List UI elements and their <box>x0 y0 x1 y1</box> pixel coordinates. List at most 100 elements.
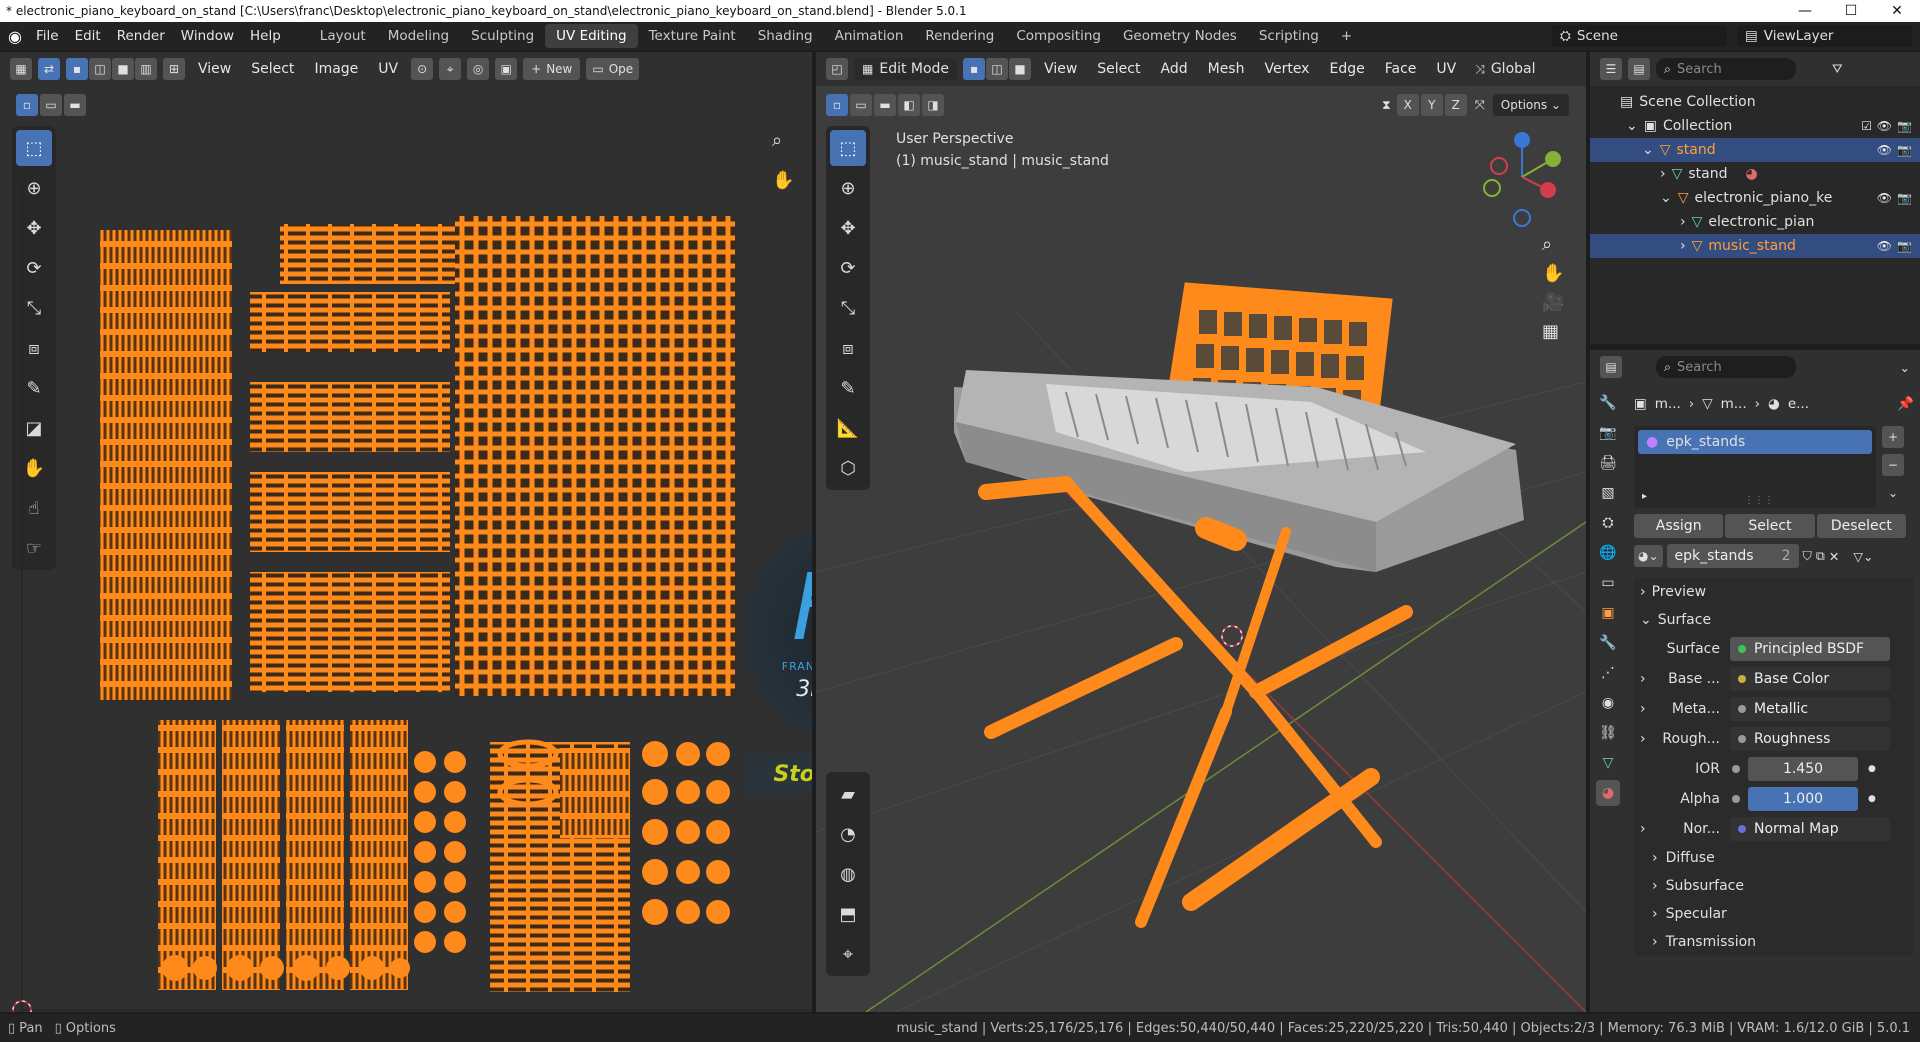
surface-panel-header[interactable]: ⌄ Surface <box>1634 606 1914 634</box>
transform-orientation[interactable]: ⤨ Global <box>1469 58 1541 80</box>
vp-select-extend-icon[interactable]: ▭ <box>850 94 872 116</box>
link-filter-icon[interactable]: ▽⌄ <box>1853 549 1873 564</box>
open-image-button[interactable]: ▭ Ope <box>586 58 640 80</box>
sync-selection-icon[interactable]: ⇄ <box>38 58 60 80</box>
outliner-display-mode[interactable]: ▤ <box>1628 58 1650 80</box>
expand-arrow-icon[interactable]: ⌄ <box>1642 142 1654 158</box>
minimize-button[interactable]: — <box>1782 3 1828 19</box>
vp-select-subtract-icon[interactable]: ▬ <box>874 94 896 116</box>
blender-logo-icon[interactable]: ◉ <box>0 27 28 46</box>
constraints-tab-icon[interactable]: ⛓ <box>1596 720 1620 746</box>
tab-compositing[interactable]: Compositing <box>1005 24 1112 48</box>
specular-section[interactable]: › Specular <box>1634 900 1914 928</box>
expand-arrow-icon[interactable]: ⌄ <box>1626 118 1638 134</box>
vp-smooth-icon[interactable]: ◍ <box>830 856 866 892</box>
deselect-button[interactable]: Deselect <box>1816 514 1906 538</box>
vp-move-icon[interactable]: ✥ <box>830 210 866 246</box>
vertex-select-icon[interactable]: ▪ <box>66 58 88 80</box>
vp-add-cube-icon[interactable]: ⬡ <box>830 450 866 486</box>
vp-select-new-icon[interactable]: ▫ <box>826 94 848 116</box>
render-camera-icon[interactable]: 📷 <box>1897 119 1912 133</box>
vp-select-invert-icon[interactable]: ◧ <box>898 94 920 116</box>
transmission-section[interactable]: › Transmission <box>1634 928 1914 956</box>
particles-tab-icon[interactable]: ⋰ <box>1596 660 1620 686</box>
outliner-row-electronic-piano[interactable]: ⌄ ▽ electronic_piano_ke 👁 📷 <box>1590 186 1920 210</box>
add-workspace-button[interactable]: + <box>1330 24 1363 48</box>
uv-menu-image[interactable]: Image <box>307 61 365 77</box>
visibility-eye-icon[interactable]: 👁 <box>1877 119 1892 133</box>
outliner-row-stand-mesh[interactable]: › ▽ stand ◕ <box>1590 162 1920 186</box>
uv-menu-select[interactable]: Select <box>244 61 301 77</box>
tab-texture-paint[interactable]: Texture Paint <box>638 24 747 48</box>
roughness-field[interactable]: Roughness <box>1730 727 1890 751</box>
vp-select-intersect-icon[interactable]: ◨ <box>922 94 944 116</box>
snap-icon[interactable]: ⌖ <box>439 58 462 80</box>
uv-editor[interactable]: ▦ ⇄ ▪ ◫ ■ ▥ ⊞ View Select Image UV ⊙ ⌖ ◎… <box>0 52 812 1012</box>
options-dropdown[interactable]: Options ⌄ <box>1492 94 1569 116</box>
menu-render[interactable]: Render <box>109 28 173 44</box>
collection-tab-icon[interactable]: ▭ <box>1596 570 1620 596</box>
view-layer-tab-icon[interactable]: ▧ <box>1596 480 1620 506</box>
island-select-icon[interactable]: ▥ <box>135 58 157 80</box>
outliner-row-collection[interactable]: ⌄ ▣ Collection ☑ 👁 📷 <box>1590 114 1920 138</box>
tab-layout[interactable]: Layout <box>309 24 377 48</box>
uv-menu-view[interactable]: View <box>191 61 238 77</box>
vp-rotate-icon[interactable]: ⟳ <box>830 250 866 286</box>
menu-edit[interactable]: Edit <box>67 28 109 44</box>
editor-type-button[interactable]: ▦ <box>10 58 32 80</box>
tab-scripting[interactable]: Scripting <box>1248 24 1330 48</box>
slot-specials-button[interactable]: ⌄ <box>1882 482 1904 504</box>
base-color-field[interactable]: Base Color <box>1730 667 1890 691</box>
vp-spin-icon[interactable]: ◔ <box>830 816 866 852</box>
3d-viewport[interactable]: ◰ ▦ Edit Mode ▪ ◫ ■ View Select Add Mesh… <box>816 52 1586 1012</box>
axis-y-toggle[interactable]: Y <box>1420 94 1443 116</box>
face-select-icon[interactable]: ■ <box>112 58 134 80</box>
expand-arrow-icon[interactable]: › <box>1680 238 1686 254</box>
properties-editor-type[interactable]: ▤ <box>1600 356 1622 378</box>
vp-pan-icon[interactable]: ✋ <box>1542 263 1564 284</box>
keyframe-dot-icon[interactable]: ● <box>1868 794 1876 804</box>
vp-menu-face[interactable]: Face <box>1378 61 1424 77</box>
render-tab-icon[interactable]: 📷 <box>1596 420 1620 446</box>
render-camera-icon[interactable]: 📷 <box>1897 143 1912 157</box>
subsurface-section[interactable]: › Subsurface <box>1634 872 1914 900</box>
chevron-down-icon[interactable]: ⌄ <box>1900 360 1910 375</box>
outliner-search[interactable]: ⌕ Search <box>1656 58 1796 80</box>
proportional-icon[interactable]: ◎ <box>467 58 490 80</box>
tab-modeling[interactable]: Modeling <box>377 24 460 48</box>
render-camera-icon[interactable]: 📷 <box>1897 191 1912 205</box>
vp-menu-edge[interactable]: Edge <box>1322 61 1371 77</box>
duplicate-icon[interactable]: ⧉ <box>1816 548 1825 564</box>
material-tab-icon[interactable]: ◕ <box>1596 780 1620 806</box>
object-tab-icon[interactable]: ▣ <box>1596 600 1620 626</box>
visibility-eye-icon[interactable]: 👁 <box>1877 239 1892 253</box>
add-slot-button[interactable]: + <box>1882 426 1904 448</box>
chevron-right-icon[interactable]: › <box>1634 731 1652 747</box>
expand-arrow-icon[interactable]: › <box>1680 214 1686 230</box>
outliner-row-stand[interactable]: ⌄ ▽ stand 👁 📷 <box>1590 138 1920 162</box>
vp-scale-icon[interactable]: ⤡ <box>830 290 866 326</box>
select-button[interactable]: Select <box>1725 514 1815 538</box>
tab-rendering[interactable]: Rendering <box>914 24 1005 48</box>
material-slot-list[interactable]: ● epk_stands ▸ ⋮⋮⋮ <box>1634 426 1876 508</box>
close-button[interactable]: ✕ <box>1874 3 1920 19</box>
vertex-mode-icon[interactable]: ▪ <box>963 58 986 80</box>
remove-slot-button[interactable]: − <box>1882 454 1904 476</box>
outliner-editor-type[interactable]: ☰ <box>1600 58 1622 80</box>
vp-camera-icon[interactable]: 🎥 <box>1542 292 1564 313</box>
render-camera-icon[interactable]: 📷 <box>1897 239 1912 253</box>
outliner[interactable]: ☰ ▤ ⌕ Search ⛛ ▤ Scene Collection ⌄ ▣ Co… <box>1590 52 1920 344</box>
world-tab-icon[interactable]: 🌐 <box>1596 540 1620 566</box>
chevron-right-icon[interactable]: › <box>1634 671 1652 687</box>
outliner-row-scene-collection[interactable]: ▤ Scene Collection <box>1590 90 1920 114</box>
outliner-row-electronic-piano-mesh[interactable]: › ▽ electronic_pian <box>1590 210 1920 234</box>
play-icon[interactable]: ▸ <box>1642 491 1647 502</box>
modifier-tab-icon[interactable]: 🔧 <box>1596 630 1620 656</box>
vp-zoom-icon[interactable]: ⌕ <box>1542 234 1564 255</box>
mirror-icon[interactable]: ⧗ <box>1382 97 1391 113</box>
chevron-right-icon[interactable]: › <box>1634 701 1652 717</box>
viewport-editor-type-button[interactable]: ◰ <box>826 58 848 80</box>
vp-menu-view[interactable]: View <box>1037 61 1084 77</box>
tab-animation[interactable]: Animation <box>824 24 915 48</box>
new-image-button[interactable]: + New <box>523 58 581 80</box>
